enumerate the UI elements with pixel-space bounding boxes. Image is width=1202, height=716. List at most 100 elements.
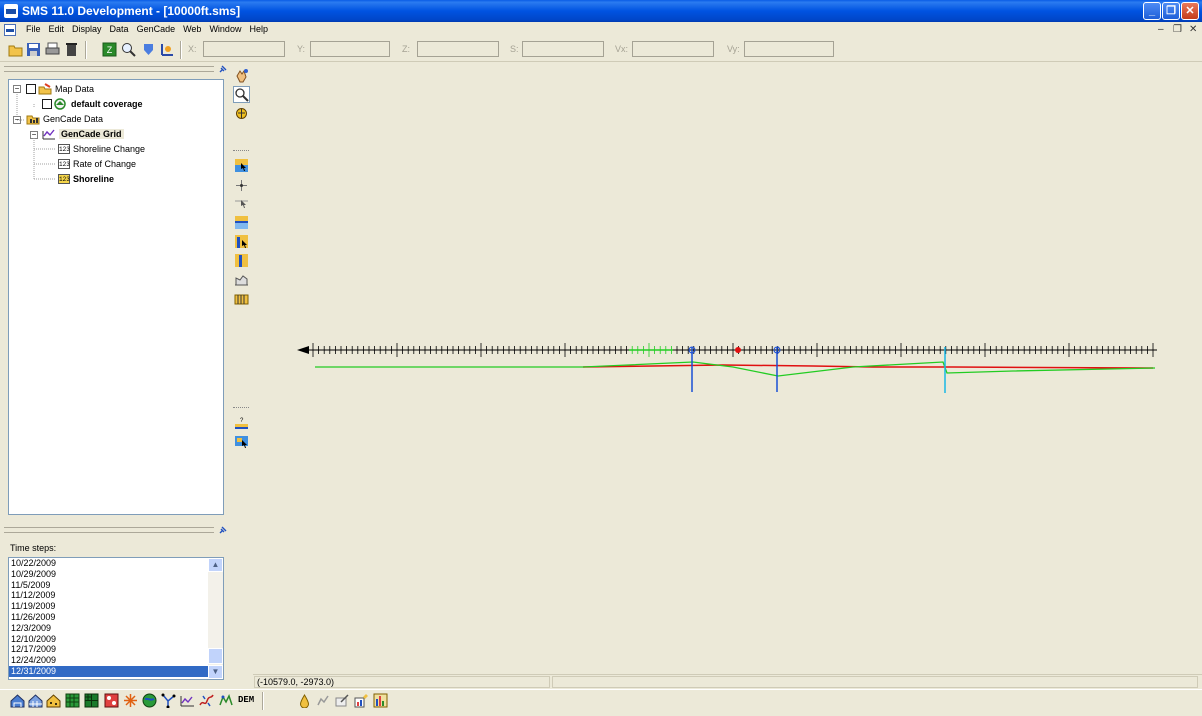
scroll-down-button[interactable]: ▼ bbox=[208, 665, 223, 679]
create-structure-icon[interactable] bbox=[234, 253, 249, 268]
menu-gencade[interactable]: GenCade bbox=[133, 24, 180, 34]
timesteps-list[interactable]: 10/22/2009 10/29/2009 11/5/2009 11/12/20… bbox=[8, 557, 224, 680]
timestep-item[interactable]: 12/17/2009 bbox=[9, 644, 209, 655]
timestep-item[interactable]: 12/24/2009 bbox=[9, 655, 209, 666]
grid-icon[interactable] bbox=[234, 291, 249, 306]
rotate-icon[interactable] bbox=[160, 42, 175, 57]
menu-data[interactable]: Data bbox=[106, 24, 133, 34]
dem-icon[interactable]: DEM bbox=[238, 695, 254, 705]
pan-icon[interactable] bbox=[234, 68, 249, 83]
sms-app-icon[interactable] bbox=[4, 4, 18, 18]
restore-button[interactable]: ❐ bbox=[1162, 2, 1180, 20]
map-data-checkbox[interactable] bbox=[26, 84, 36, 94]
timesteps-scrollbar[interactable]: ▲ ▼ bbox=[208, 558, 223, 679]
plot-icon[interactable] bbox=[354, 693, 369, 708]
zoom-tool-icon[interactable] bbox=[233, 86, 250, 103]
gencade-grid-display[interactable] bbox=[253, 62, 1202, 674]
globe-icon[interactable] bbox=[142, 693, 157, 708]
create-node-icon[interactable] bbox=[234, 178, 249, 193]
timestep-item-selected[interactable]: 12/31/2009 bbox=[9, 665, 209, 677]
grid-frame-icon[interactable] bbox=[234, 272, 249, 287]
zoom-icon[interactable] bbox=[121, 42, 136, 57]
vx-coord-field[interactable] bbox=[632, 41, 714, 57]
mdi-close-button[interactable]: ✕ bbox=[1189, 24, 1197, 35]
select-node-icon[interactable] bbox=[234, 196, 249, 211]
tree-item-gencade-data[interactable]: GenCade Data bbox=[26, 112, 103, 126]
open-icon[interactable] bbox=[8, 42, 23, 57]
refresh-icon[interactable]: Z bbox=[102, 42, 117, 57]
menu-web[interactable]: Web bbox=[179, 24, 205, 34]
select-cell-icon[interactable] bbox=[234, 158, 249, 173]
pin-icon[interactable] bbox=[219, 526, 227, 534]
vy-coord-field[interactable] bbox=[744, 41, 834, 57]
timestep-item[interactable]: 11/26/2009 bbox=[9, 612, 209, 623]
default-coverage-checkbox[interactable] bbox=[42, 99, 52, 109]
document-icon[interactable] bbox=[4, 24, 16, 36]
tree-expander[interactable]: − bbox=[13, 85, 21, 93]
timestep-item[interactable]: 10/29/2009 bbox=[9, 569, 209, 580]
shoreline-module-icon[interactable] bbox=[199, 693, 214, 708]
select-info-icon[interactable] bbox=[234, 434, 249, 449]
palette-grip[interactable] bbox=[233, 150, 249, 154]
graphics-window[interactable] bbox=[253, 62, 1202, 674]
tree-expander[interactable]: − bbox=[30, 131, 38, 139]
mdi-restore-button[interactable]: ❐ bbox=[1173, 24, 1182, 35]
selected-node[interactable] bbox=[735, 347, 741, 353]
palette-grip[interactable] bbox=[233, 407, 249, 411]
select-structure-icon[interactable] bbox=[234, 234, 249, 249]
scroll-up-button[interactable]: ▲ bbox=[208, 558, 223, 572]
tree-item-default-coverage[interactable]: default coverage bbox=[42, 97, 143, 111]
tree-expander[interactable]: − bbox=[13, 116, 21, 124]
y-coord-field[interactable] bbox=[310, 41, 390, 57]
quadtree-icon[interactable] bbox=[84, 693, 99, 708]
scroll-thumb[interactable] bbox=[208, 648, 223, 664]
menu-window[interactable]: Window bbox=[205, 24, 245, 34]
mdi-minimize-button[interactable]: – bbox=[1158, 24, 1164, 35]
scatter-module-icon[interactable] bbox=[46, 693, 61, 708]
gencade-module-icon[interactable] bbox=[180, 693, 195, 708]
cartesian-grid-icon[interactable] bbox=[65, 693, 80, 708]
hydrograph-icon[interactable] bbox=[297, 693, 312, 708]
profile-icon[interactable] bbox=[316, 693, 331, 708]
network-icon[interactable] bbox=[161, 693, 176, 708]
tree-item-gencade-grid[interactable]: GenCade Grid bbox=[42, 127, 124, 141]
x-coord-field[interactable] bbox=[203, 41, 285, 57]
timestep-item[interactable]: 10/22/2009 bbox=[9, 558, 209, 569]
tree-item-shoreline[interactable]: 123 Shoreline bbox=[58, 172, 114, 186]
tree-item-rate-of-change[interactable]: 123 Rate of Change bbox=[58, 157, 136, 171]
tree-item-shoreline-change[interactable]: 123 Shoreline Change bbox=[58, 142, 145, 156]
minimize-button[interactable]: _ bbox=[1143, 2, 1161, 20]
timesteps-panel-grip[interactable] bbox=[4, 527, 214, 533]
mesh-module-icon[interactable] bbox=[10, 693, 25, 708]
frame-icon[interactable] bbox=[141, 42, 156, 57]
select-row-icon[interactable] bbox=[234, 215, 249, 230]
raster-icon[interactable] bbox=[104, 693, 119, 708]
map-module-icon[interactable] bbox=[218, 693, 233, 708]
menu-display[interactable]: Display bbox=[68, 24, 106, 34]
timestep-item[interactable]: 11/19/2009 bbox=[9, 601, 209, 612]
s-coord-field[interactable] bbox=[522, 41, 604, 57]
close-button[interactable]: ✕ bbox=[1181, 2, 1199, 20]
menu-help[interactable]: Help bbox=[245, 24, 272, 34]
z-coord-field[interactable] bbox=[417, 41, 499, 57]
project-explorer-tree[interactable]: − Map Data default coverage − GenCade Da… bbox=[8, 79, 224, 515]
menu-file[interactable]: File bbox=[22, 24, 45, 34]
delete-icon[interactable] bbox=[64, 42, 79, 57]
particle-icon[interactable] bbox=[123, 693, 138, 708]
timestep-item[interactable]: 11/12/2009 bbox=[9, 590, 209, 601]
tree-item-map-data[interactable]: Map Data bbox=[26, 82, 94, 96]
print-icon[interactable] bbox=[45, 42, 60, 57]
annotation-icon[interactable] bbox=[335, 693, 350, 708]
timestep-item[interactable]: 12/10/2009 bbox=[9, 634, 209, 645]
menu-edit[interactable]: Edit bbox=[45, 24, 69, 34]
query-icon[interactable]: ? bbox=[234, 415, 249, 430]
pin-icon[interactable] bbox=[219, 65, 227, 73]
timestep-item[interactable]: 11/5/2009 bbox=[9, 580, 209, 591]
rotate-tool-icon[interactable] bbox=[234, 106, 249, 121]
timestep-item[interactable]: 12/3/2009 bbox=[9, 623, 209, 634]
save-icon[interactable] bbox=[26, 42, 41, 57]
chart-icon[interactable] bbox=[373, 693, 388, 708]
grid-module-icon[interactable] bbox=[28, 693, 43, 708]
explorer-panel-grip[interactable] bbox=[4, 66, 214, 72]
module-toolbar: DEM bbox=[0, 689, 1202, 712]
